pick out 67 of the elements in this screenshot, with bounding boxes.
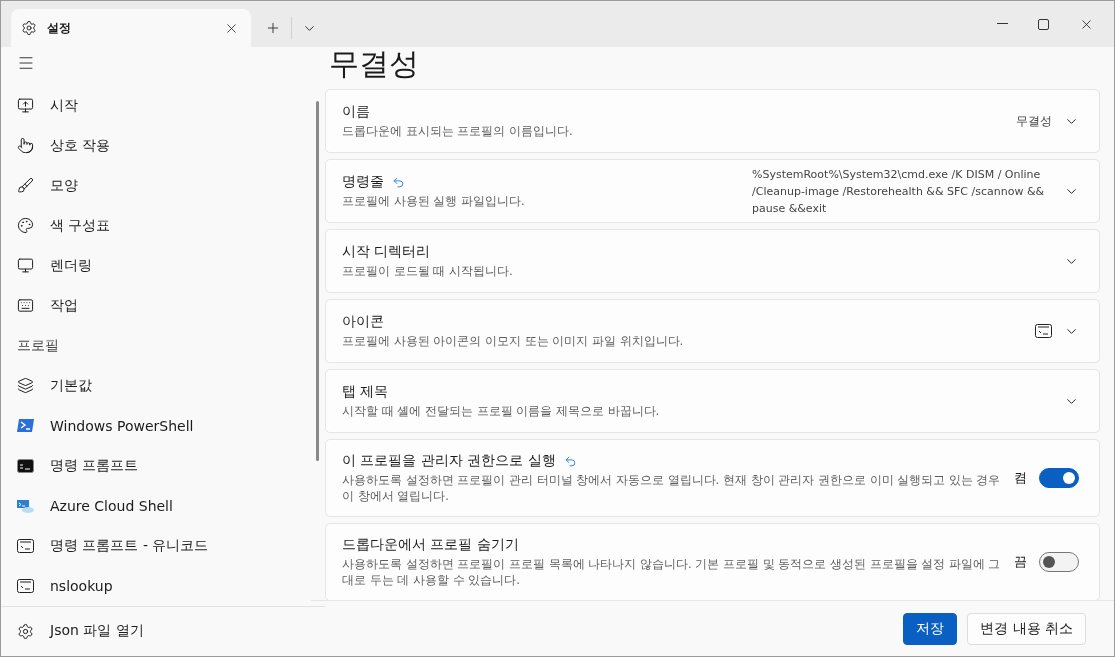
sidebar-item[interactable]: 기본값	[1, 365, 325, 406]
setting-description: 시작할 때 셸에 전달되는 프로필 이름을 제목으로 바꿉니다.	[342, 403, 661, 419]
console-icon	[17, 578, 34, 593]
setting-title: 이름	[342, 103, 370, 121]
sidebar-item[interactable]: Windows PowerShell	[1, 405, 325, 446]
section-heading: 프로필	[16, 335, 60, 355]
terminal-icon	[17, 419, 34, 433]
cancel-button[interactable]: 변경 내용 취소	[967, 612, 1086, 645]
monitor-icon	[17, 97, 34, 115]
setting-card[interactable]: 아이콘 프로필에 사용된 아이콘의 이모지 또는 이미지 파일 위치입니다.	[325, 299, 1100, 363]
console-icon	[17, 538, 34, 553]
sidebar-item[interactable]: 모양	[1, 165, 325, 206]
reset-icon[interactable]	[563, 454, 577, 468]
setting-title: 시작 디렉터리	[342, 243, 431, 261]
pointer-icon	[17, 137, 34, 155]
setting-card[interactable]: 시작 디렉터리 프로필이 로드될 때 시작됩니다.	[325, 229, 1100, 293]
brush-icon	[17, 177, 34, 195]
toggle-switch[interactable]	[1039, 468, 1079, 488]
screen-icon	[17, 257, 34, 275]
keyboard-icon	[17, 297, 34, 315]
setting-card[interactable]: 드롭다운에서 프로필 숨기기 사용하도록 설정하면 프로필이 프로필 목록에 나타나지 않습니다. 기본 프로필 및 동적으로 생성된 프로필을 설정 파일에 그대로 두는 데 사용할 수 있습니다. 끔	[325, 523, 1100, 600]
toggle-state: 켬	[1014, 469, 1027, 487]
sidebar-item[interactable]: 명령 프롬프트 - 유니코드	[1, 525, 325, 566]
tab[interactable]: 설정	[11, 9, 251, 47]
setting-description: 프로필에 사용된 아이콘의 이모지 또는 이미지 파일 위치입니다.	[342, 333, 685, 349]
cloud-terminal-icon	[17, 498, 34, 513]
page-title: 무결성	[329, 47, 420, 83]
setting-card[interactable]: 이름 드롭다운에 표시되는 프로필의 이름입니다. 무결성	[325, 89, 1100, 153]
setting-description: 드롭다운에 표시되는 프로필의 이름입니다.	[342, 123, 574, 139]
toggle-switch[interactable]	[1039, 552, 1079, 572]
sidebar-item[interactable]: 렌더링	[1, 245, 325, 286]
setting-card[interactable]: 탭 제목 시작할 때 셸에 전달되는 프로필 이름을 제목으로 바꿉니다.	[325, 369, 1100, 433]
sidebar-item[interactable]: 시작	[1, 85, 325, 126]
settings-icon	[21, 20, 37, 36]
sidebar-item[interactable]: Json 파일 열기	[1, 611, 144, 652]
setting-card[interactable]: 이 프로필을 관리자 권한으로 실행 사용하도록 설정하면 프로필이 관리 터미널 창에서 자동으로 열립니다. 현재 창이 관리자 권한으로 이미 실행되고 있는 경우 이 창에서 열립니다. 켬	[325, 439, 1100, 517]
setting-title: 탭 제목	[342, 383, 389, 401]
plus-icon	[265, 20, 281, 36]
new-tab-button[interactable]	[265, 20, 281, 36]
console-icon	[17, 458, 34, 473]
sidebar-item[interactable]: nslookup	[1, 565, 325, 606]
toggle-state: 끔	[1014, 553, 1027, 571]
setting-description: 프로필에 사용된 실행 파일입니다.	[342, 193, 526, 209]
layers-icon	[17, 377, 34, 395]
sidebar-item[interactable]: 상호 작용	[1, 125, 325, 166]
setting-value: 무결성	[1016, 112, 1052, 130]
sidebar-item[interactable]: 명령 프롬프트	[1, 445, 325, 486]
setting-description: 프로필이 로드될 때 시작됩니다.	[342, 263, 514, 279]
tab-title: 설정	[47, 19, 72, 37]
setting-title: 아이콘	[342, 313, 384, 331]
maximize-icon[interactable]	[1038, 18, 1049, 30]
settings-icon	[17, 622, 34, 640]
setting-card[interactable]: 명령줄 프로필에 사용된 실행 파일입니다. %SystemRoot%\System32\cmd.exe /K DISM / Online /Cleanup-image /Restorehealth && SFC /scannow && pause &&exit	[325, 159, 1100, 223]
save-button[interactable]: 저장	[903, 612, 958, 645]
setting-description: 사용하도록 설정하면 프로필이 관리 터미널 창에서 자동으로 열립니다. 현재 창이 관리자 권한으로 이미 실행되고 있는 경우 이 창에서 열립니다.	[342, 472, 1002, 504]
sidebar-item[interactable]: 작업	[1, 285, 325, 326]
minimize-icon[interactable]	[997, 23, 1008, 25]
setting-title: 드롭다운에서 프로필 숨기기	[342, 536, 519, 554]
setting-description: 사용하도록 설정하면 프로필이 프로필 목록에 나타나지 않습니다. 기본 프로필 및 동적으로 생성된 프로필을 설정 파일에 그대로 두는 데 사용할 수 있습니다.	[342, 556, 1002, 588]
setting-value: %SystemRoot%\System32\cmd.exe /K DISM / Online /Cleanup-image /Restorehealth && SFC /scannow && pause &&exit	[752, 166, 1046, 217]
reset-icon[interactable]	[392, 175, 405, 189]
scrollbar[interactable]	[316, 101, 319, 461]
setting-title: 명령줄	[342, 173, 384, 191]
palette-icon	[17, 217, 34, 235]
sidebar-item[interactable]: 색 구성표	[1, 205, 325, 246]
setting-title: 이 프로필을 관리자 권한으로 실행	[342, 452, 556, 470]
sidebar-item[interactable]: Azure Cloud Shell	[1, 485, 325, 526]
